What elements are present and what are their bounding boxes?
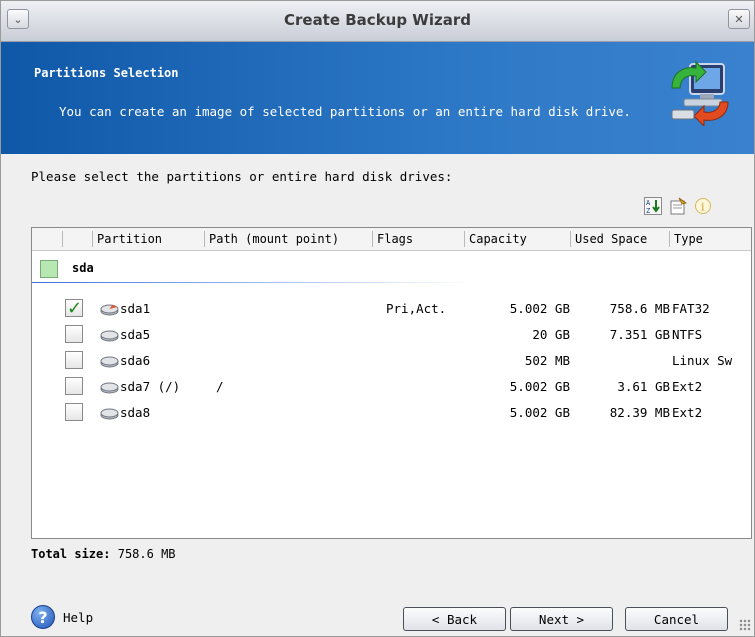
partition-capacity: 5.002 GB xyxy=(509,379,570,394)
close-icon: ✕ xyxy=(734,12,744,26)
partition-checkbox[interactable] xyxy=(65,325,83,343)
column-header-partition[interactable]: Partition xyxy=(92,231,201,247)
total-size: Total size: 758.6 MB xyxy=(31,547,176,561)
partition-disk-icon xyxy=(100,356,119,368)
partition-type: NTFS xyxy=(672,327,703,342)
partition-disk-icon xyxy=(100,382,119,394)
next-button[interactable]: Next > xyxy=(510,607,613,631)
sort-button[interactable]: A Z xyxy=(642,196,664,216)
partition-type: Ext2 xyxy=(672,405,703,420)
partition-name: sda5 xyxy=(120,327,151,342)
column-header-used-space[interactable]: Used Space xyxy=(570,231,665,247)
close-button[interactable]: ✕ xyxy=(728,9,750,29)
partition-name: sda7 (/) xyxy=(120,379,181,394)
partition-row[interactable]: sda6 502 MB Linux Sw xyxy=(32,349,751,373)
total-size-label: Total size: xyxy=(31,547,111,561)
partition-capacity: 5.002 GB xyxy=(509,405,570,420)
column-header-capacity[interactable]: Capacity xyxy=(464,231,563,247)
help-label: Help xyxy=(63,609,94,625)
partition-name: sda6 xyxy=(120,353,151,368)
partition-used-space: 82.39 MB xyxy=(609,405,670,420)
partition-checkbox[interactable] xyxy=(65,377,83,395)
partition-used-space: 3.61 GB xyxy=(617,379,670,394)
info-icon: i xyxy=(695,198,711,214)
partition-type: Linux Sw xyxy=(672,353,733,368)
help-icon: ? xyxy=(31,605,55,629)
partition-row[interactable]: sda8 5.002 GB 82.39 MB Ext2 xyxy=(32,401,751,425)
svg-text:Z: Z xyxy=(646,207,650,215)
checkmark-icon: ✓ xyxy=(67,298,83,319)
partition-name: sda1 xyxy=(120,301,151,316)
svg-text:i: i xyxy=(701,201,705,214)
column-header-type[interactable]: Type xyxy=(669,231,751,247)
partition-capacity: 502 MB xyxy=(524,353,570,368)
help-button[interactable]: ? Help xyxy=(31,605,93,629)
disk-checkbox[interactable] xyxy=(40,260,58,278)
partitions-list[interactable]: Partition Path (mount point) Flags Capac… xyxy=(31,227,752,539)
disk-name: sda xyxy=(72,261,94,275)
wizard-banner: Partitions Selection You can create an i… xyxy=(1,42,754,154)
partition-path: / xyxy=(216,379,224,394)
partition-disk-icon xyxy=(100,408,119,420)
resize-grip[interactable] xyxy=(739,619,751,631)
partition-checkbox[interactable] xyxy=(65,351,83,369)
partition-checkbox[interactable]: ✓ xyxy=(65,298,83,319)
cancel-button[interactable]: Cancel xyxy=(625,607,728,631)
partition-name: sda8 xyxy=(120,405,151,420)
partition-used-space: 758.6 MB xyxy=(609,301,670,316)
banner-description: You can create an image of selected part… xyxy=(59,104,631,119)
column-header-flags[interactable]: Flags xyxy=(372,231,467,247)
column-header-path[interactable]: Path (mount point) xyxy=(204,231,369,247)
partition-type: Ext2 xyxy=(672,379,703,394)
properties-icon xyxy=(670,197,687,215)
partition-capacity: 20 GB xyxy=(532,327,570,342)
column-header: Partition Path (mount point) Flags Capac… xyxy=(32,228,751,251)
partition-row[interactable]: ✓ sda1 Pri,Act. 5.002 GB 758.6 MB FAT32 xyxy=(32,297,751,321)
total-size-value: 758.6 MB xyxy=(117,547,176,561)
back-button[interactable]: < Back xyxy=(403,607,506,631)
partition-row[interactable]: sda7 (/) / 5.002 GB 3.61 GB Ext2 xyxy=(32,375,751,399)
info-button[interactable]: i xyxy=(692,196,714,216)
disk-separator xyxy=(32,282,472,283)
partition-used-space: 7.351 GB xyxy=(609,327,670,342)
properties-button[interactable] xyxy=(667,196,689,216)
window-title: Create Backup Wizard xyxy=(283,11,471,29)
sort-icon: A Z xyxy=(644,197,662,215)
partition-disk-icon xyxy=(100,304,119,316)
disk-row[interactable]: sda xyxy=(32,256,751,282)
partition-flags: Pri,Act. xyxy=(386,301,447,316)
partition-row[interactable]: sda5 20 GB 7.351 GB NTFS xyxy=(32,323,751,347)
partition-type: FAT32 xyxy=(672,301,710,316)
backup-computer-icon xyxy=(671,60,729,126)
partition-checkbox[interactable] xyxy=(65,403,83,421)
banner-title: Partitions Selection xyxy=(34,66,179,80)
selection-prompt: Please select the partitions or entire h… xyxy=(31,169,453,184)
column-header-check[interactable] xyxy=(62,231,87,247)
create-backup-wizard-window: ⌄ Create Backup Wizard ✕ Partitions Sele… xyxy=(0,0,755,637)
partition-capacity: 5.002 GB xyxy=(509,301,570,316)
title-bar[interactable]: ⌄ Create Backup Wizard ✕ xyxy=(1,1,754,42)
partition-disk-icon xyxy=(100,330,119,342)
